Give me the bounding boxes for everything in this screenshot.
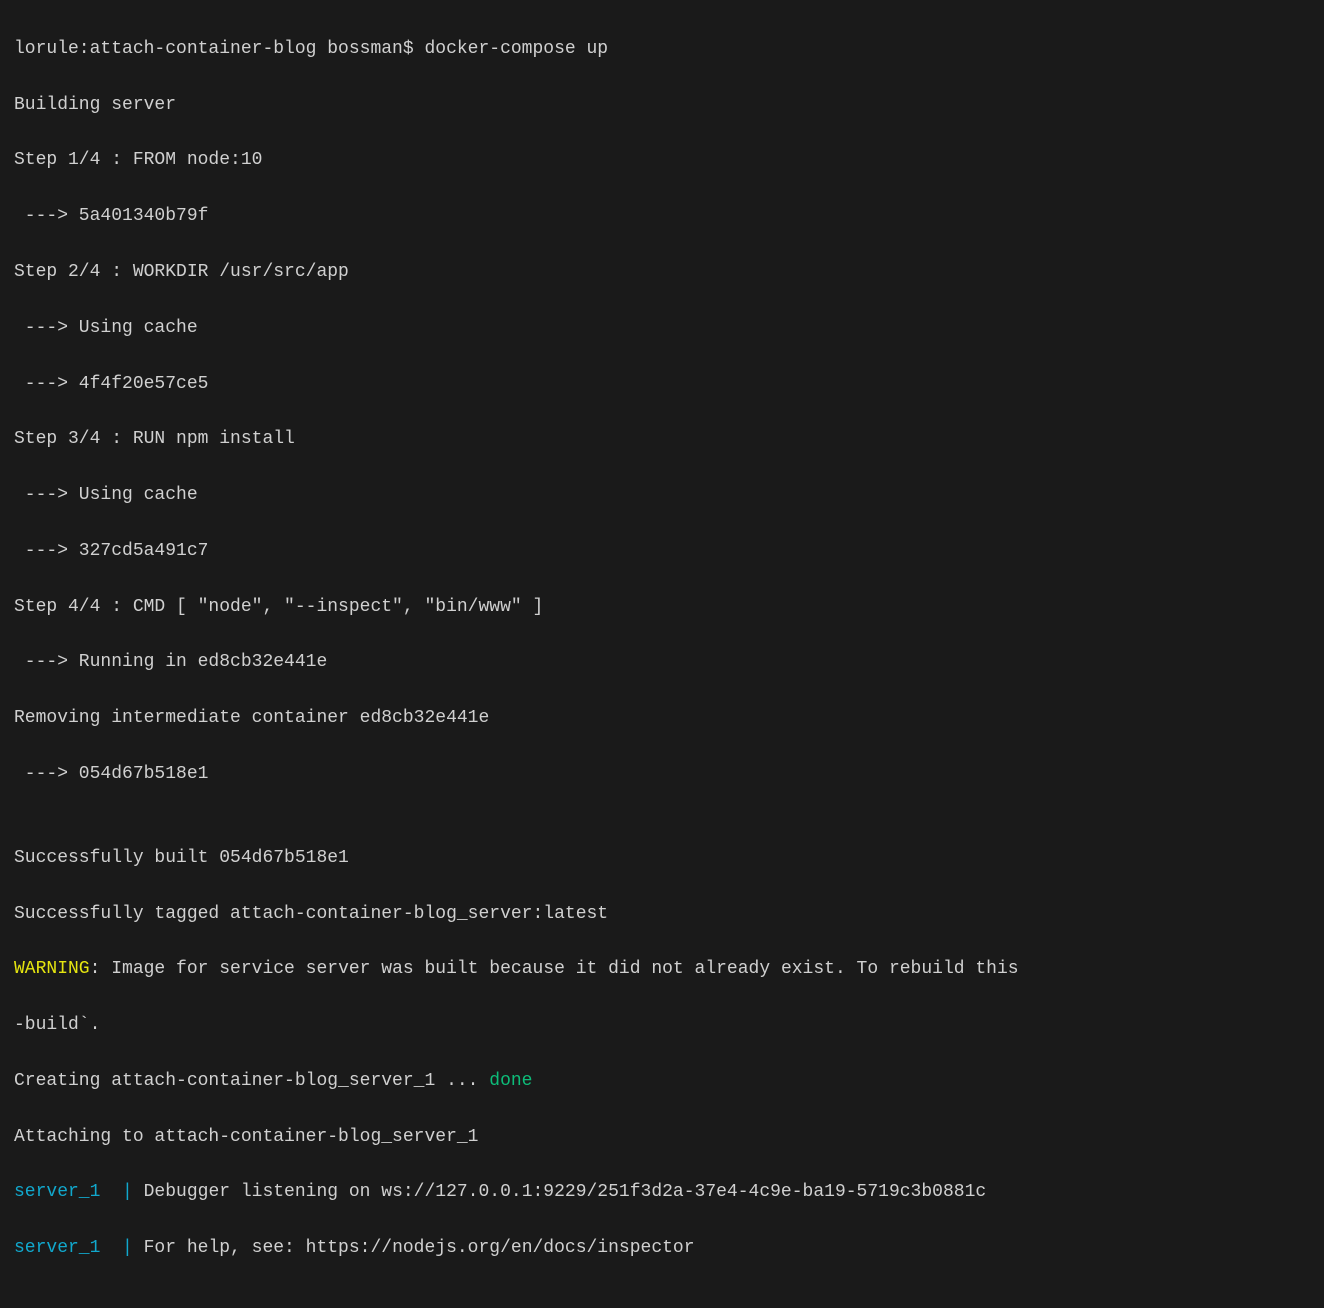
creating-line: Creating attach-container-blog_server_1 …	[14, 1068, 1310, 1096]
output-line: Successfully tagged attach-container-blo…	[14, 901, 1310, 929]
output-line: ---> 054d67b518e1	[14, 761, 1310, 789]
shell-prompt: lorule:attach-container-blog bossman$ do…	[14, 39, 608, 59]
output-line: Successfully built 054d67b518e1	[14, 845, 1310, 873]
cursor-line	[14, 1291, 1310, 1308]
done-label: done	[489, 1071, 532, 1091]
server-log-line: server_1 | For help, see: https://nodejs…	[14, 1235, 1310, 1263]
output-line: Building server	[14, 92, 1310, 120]
prompt-line: lorule:attach-container-blog bossman$ do…	[14, 36, 1310, 64]
output-line: ---> 4f4f20e57ce5	[14, 371, 1310, 399]
server-prefix: server_1 |	[14, 1182, 133, 1202]
server-log-text: For help, see: https://nodejs.org/en/doc…	[133, 1238, 695, 1258]
output-line: ---> 5a401340b79f	[14, 203, 1310, 231]
output-line: Attaching to attach-container-blog_serve…	[14, 1124, 1310, 1152]
output-line: -build`.	[14, 1012, 1310, 1040]
warning-line: WARNING: Image for service server was bu…	[14, 956, 1310, 984]
server-log-text: Debugger listening on ws://127.0.0.1:922…	[133, 1182, 986, 1202]
creating-text: Creating attach-container-blog_server_1 …	[14, 1071, 489, 1091]
output-line: Removing intermediate container ed8cb32e…	[14, 705, 1310, 733]
output-line: Step 3/4 : RUN npm install	[14, 426, 1310, 454]
output-line: ---> Using cache	[14, 482, 1310, 510]
terminal-output[interactable]: lorule:attach-container-blog bossman$ do…	[14, 8, 1310, 1308]
server-log-line: server_1 | Debugger listening on ws://12…	[14, 1179, 1310, 1207]
warning-label: WARNING	[14, 959, 90, 979]
output-line: ---> 327cd5a491c7	[14, 538, 1310, 566]
output-line: Step 2/4 : WORKDIR /usr/src/app	[14, 259, 1310, 287]
output-line: Step 1/4 : FROM node:10	[14, 147, 1310, 175]
output-line: Step 4/4 : CMD [ "node", "--inspect", "b…	[14, 594, 1310, 622]
warning-text: : Image for service server was built bec…	[90, 959, 1019, 979]
output-line: ---> Using cache	[14, 315, 1310, 343]
server-prefix: server_1 |	[14, 1238, 133, 1258]
